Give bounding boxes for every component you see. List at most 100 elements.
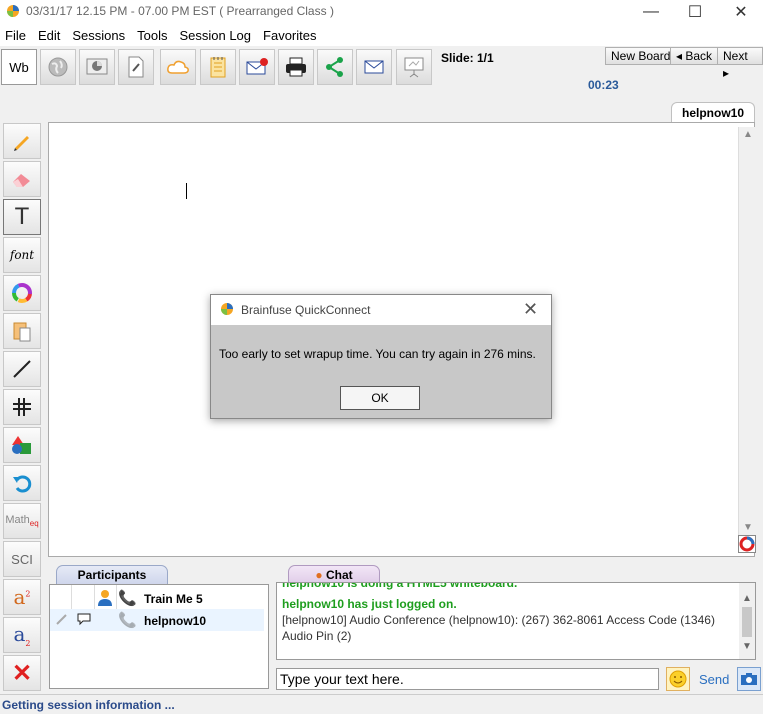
color-tool[interactable] — [3, 275, 41, 311]
menu-tools[interactable]: Tools — [132, 24, 174, 46]
scroll-up-icon[interactable]: ▲ — [743, 129, 753, 140]
sci-icon: SCI — [11, 551, 33, 567]
whiteboard-button[interactable]: Wb — [1, 49, 37, 85]
chat-message: [helpnow10] Audio Conference (helpnow10)… — [282, 613, 715, 627]
sci-tool[interactable]: SCI — [3, 541, 41, 577]
camera-icon — [741, 673, 757, 685]
eraser-icon — [13, 174, 30, 187]
print-button[interactable] — [278, 49, 314, 85]
text-icon: T — [14, 203, 30, 230]
menu-file[interactable]: File — [0, 24, 33, 46]
session-timer: 00:23 — [588, 78, 619, 92]
pencil-icon — [14, 136, 29, 151]
chat-scroll-down-icon[interactable]: ▼ — [742, 641, 752, 652]
screen-share-button[interactable] — [79, 49, 115, 85]
chat-input[interactable]: Type your text here. — [276, 668, 659, 690]
chat-user-icon: ● — [315, 568, 323, 582]
alert-dialog: Brainfuse QuickConnect ✕ Too early to se… — [210, 294, 552, 419]
send-button[interactable]: Send — [699, 672, 729, 687]
document-edit-icon — [128, 56, 144, 78]
math-sub-label: eq — [29, 519, 39, 529]
toolbar: Wb Slide: 1/1 New Board ◂ Back Next ▸ 00… — [0, 46, 763, 92]
maximize-button[interactable]: ☐ — [672, 0, 718, 24]
back-button[interactable]: ◂ Back — [670, 47, 719, 65]
paste-tool[interactable] — [3, 313, 41, 349]
superscript-tool[interactable]: a2 — [3, 579, 41, 615]
smiley-icon — [669, 670, 687, 688]
ok-button[interactable]: OK — [340, 386, 420, 410]
close-window-button[interactable]: ✕ — [718, 0, 763, 24]
presentation-icon — [404, 57, 424, 78]
menu-session-log[interactable]: Session Log — [174, 24, 258, 46]
chat-scroll-up-icon[interactable]: ▲ — [742, 593, 752, 604]
undo-icon — [13, 475, 32, 493]
chat-message: helpnow10 has just logged on. — [282, 597, 457, 611]
email-alert-icon — [246, 58, 268, 75]
whiteboard-label: Wb — [9, 59, 29, 75]
font-tool[interactable]: font — [3, 237, 41, 273]
shapes-icon — [12, 436, 31, 454]
dialog-header: Brainfuse QuickConnect ✕ — [211, 295, 551, 325]
subscript-tool[interactable]: a2 — [3, 617, 41, 653]
tab-participants[interactable]: Participants — [56, 565, 168, 584]
globe-icon — [48, 57, 68, 77]
envelope-button[interactable] — [356, 49, 392, 85]
text-cursor — [186, 183, 187, 199]
participant-row[interactable]: 📞 Train Me 5 — [50, 587, 264, 609]
undo-tool[interactable] — [3, 465, 41, 501]
brainfuse-corner-icon[interactable] — [738, 535, 756, 553]
camera-button[interactable] — [737, 667, 761, 691]
paste-icon — [13, 322, 31, 342]
menu-favorites[interactable]: Favorites — [258, 24, 323, 46]
chat-scroll-thumb[interactable] — [742, 607, 752, 637]
menu-sessions[interactable]: Sessions — [67, 24, 132, 46]
dialog-close-icon[interactable]: ✕ — [523, 299, 538, 320]
scroll-down-icon[interactable]: ▼ — [743, 522, 753, 533]
screen-share-icon — [86, 58, 108, 75]
chat-tab-label: Chat — [325, 568, 353, 582]
chat-log[interactable]: helpnow10 is doing a HTML5 whiteboard. h… — [276, 582, 756, 660]
eraser-tool[interactable] — [3, 161, 41, 197]
user-avatar-icon — [98, 590, 112, 606]
menu-edit[interactable]: Edit — [33, 24, 67, 46]
status-text: Getting session information ... — [2, 698, 175, 712]
pencil-permission-icon — [56, 614, 67, 625]
notes-button[interactable] — [200, 49, 236, 85]
participant-row[interactable]: 📞 helpnow10 — [50, 609, 264, 631]
shapes-tool[interactable] — [3, 427, 41, 463]
slide-indicator: Slide: 1/1 — [441, 51, 494, 65]
board-user-tab[interactable]: helpnow10 — [671, 102, 755, 122]
globe-button[interactable] — [40, 49, 76, 85]
superscript-mark: 2 — [25, 589, 31, 599]
dialog-message: Too early to set wrapup time. You can tr… — [219, 347, 536, 361]
dialog-logo-icon — [221, 303, 233, 315]
share-button[interactable] — [317, 49, 353, 85]
presentation-button[interactable] — [396, 49, 432, 85]
participant-name: Train Me 5 — [144, 592, 203, 606]
chat-scrollbar[interactable]: ▲ ▼ — [739, 583, 755, 659]
status-bar: Getting session information ... — [0, 694, 763, 714]
next-button[interactable]: Next ▸ — [717, 47, 763, 80]
emoji-button[interactable] — [666, 667, 690, 691]
subscript-icon: a2 — [13, 622, 30, 648]
cloud-icon — [167, 60, 189, 74]
text-tool[interactable]: T — [3, 199, 41, 235]
phone-icon: 📞 — [118, 590, 137, 607]
chat-message: helpnow10 is doing a HTML5 whiteboard. — [282, 582, 518, 590]
superscript-icon: a2 — [13, 585, 30, 609]
new-board-button[interactable]: New Board — [605, 47, 677, 65]
share-icon — [326, 57, 343, 77]
email-alert-button[interactable] — [239, 49, 275, 85]
math-tool[interactable]: Matheq — [3, 503, 41, 539]
grid-tool[interactable] — [3, 389, 41, 425]
color-wheel-icon — [12, 283, 32, 303]
minimize-button[interactable]: — — [628, 0, 674, 24]
delete-tool[interactable]: ✕ — [3, 655, 41, 691]
line-tool[interactable] — [3, 351, 41, 387]
participant-name: helpnow10 — [144, 614, 207, 628]
pencil-tool[interactable] — [3, 123, 41, 159]
cloud-button[interactable] — [160, 49, 196, 85]
board-scrollbar[interactable]: ▲ ▼ — [738, 127, 756, 537]
dialog-title: Brainfuse QuickConnect — [241, 303, 371, 317]
document-edit-button[interactable] — [118, 49, 154, 85]
